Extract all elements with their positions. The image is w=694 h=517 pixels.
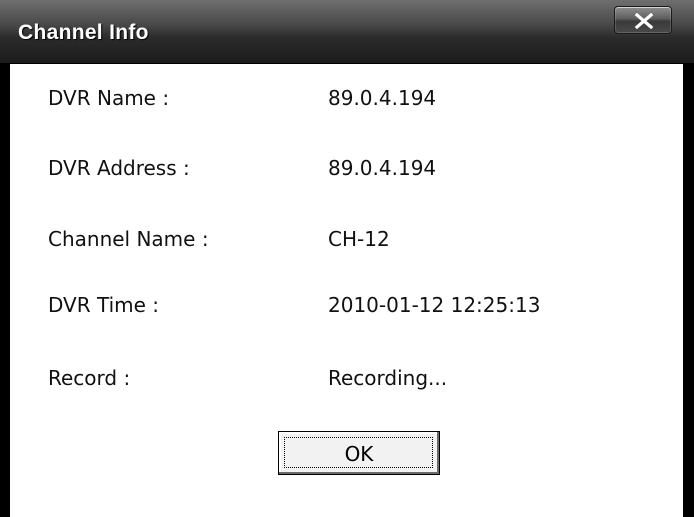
- close-button[interactable]: [614, 6, 672, 34]
- dvr-name-label: DVR Name :: [48, 86, 170, 110]
- dvr-time-value: 2010-01-12 12:25:13: [328, 293, 541, 317]
- record-value: Recording...: [328, 366, 448, 390]
- channel-name-label: Channel Name :: [48, 227, 209, 251]
- dvr-address-value: 89.0.4.194: [328, 156, 437, 180]
- dialog-body: DVR Name : 89.0.4.194 DVR Address : 89.0…: [10, 64, 683, 517]
- channel-info-dialog: Channel Info DVR Name : 89.0.4.194 DVR A…: [0, 0, 694, 517]
- title-bar[interactable]: Channel Info: [0, 0, 694, 64]
- ok-button[interactable]: OK: [278, 431, 440, 475]
- dvr-time-label: DVR Time :: [48, 293, 160, 317]
- channel-name-value: CH-12: [328, 227, 390, 251]
- dialog-title: Channel Info: [18, 21, 149, 44]
- dvr-address-label: DVR Address :: [48, 156, 190, 180]
- close-icon: [634, 13, 654, 29]
- ok-button-label: OK: [344, 442, 374, 466]
- record-label: Record :: [48, 366, 131, 390]
- dvr-name-value: 89.0.4.194: [328, 86, 437, 110]
